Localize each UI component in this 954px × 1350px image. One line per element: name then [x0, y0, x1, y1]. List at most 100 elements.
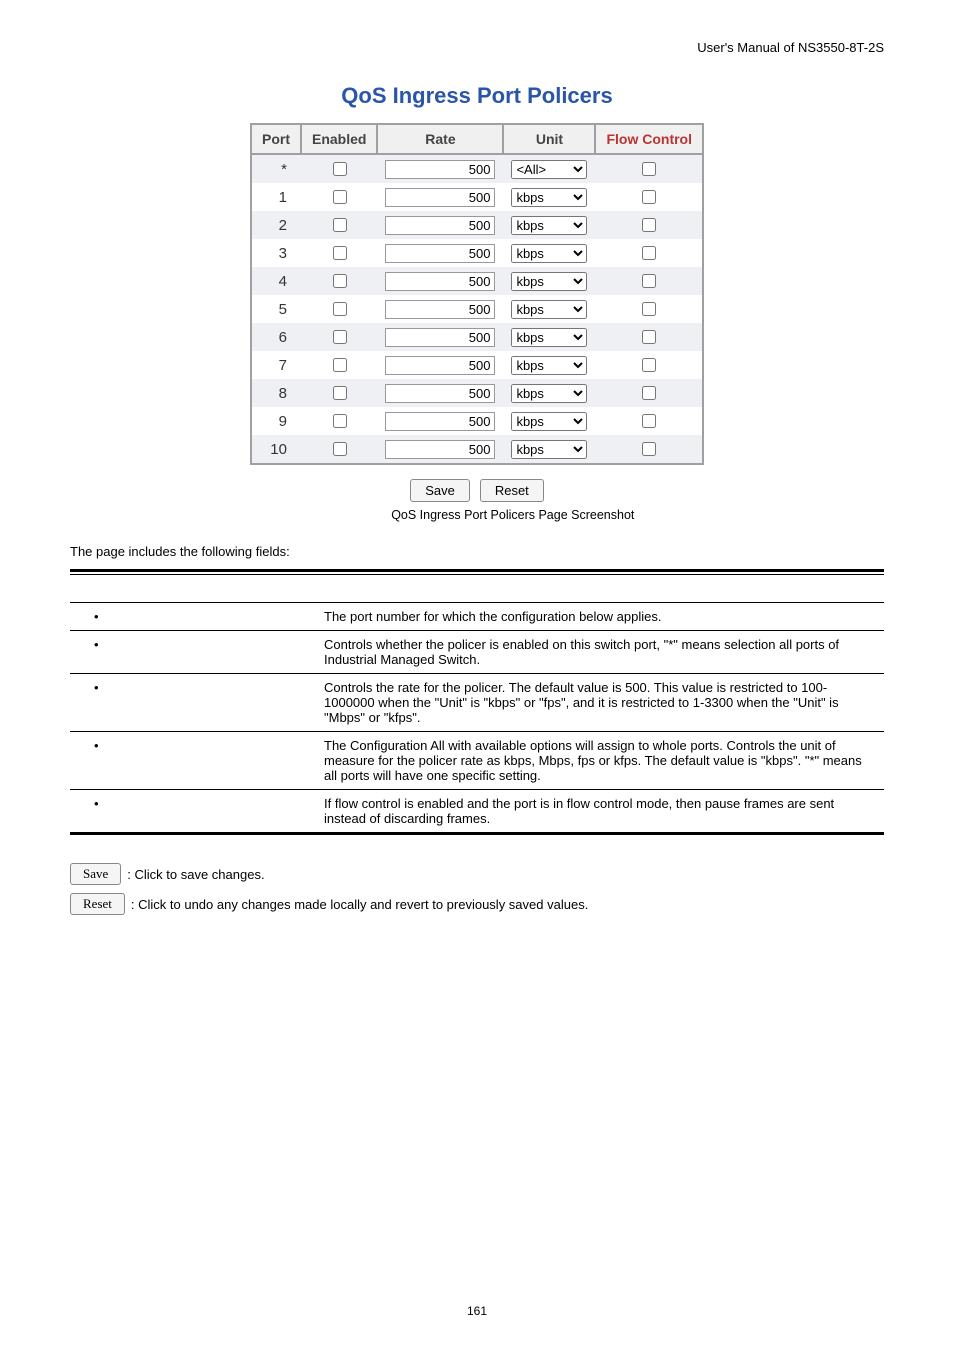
enabled-checkbox[interactable] [333, 246, 347, 260]
enabled-checkbox[interactable] [333, 358, 347, 372]
unit-select[interactable]: kbps [511, 272, 587, 291]
flow-control-checkbox[interactable] [642, 414, 656, 428]
enabled-checkbox[interactable] [333, 274, 347, 288]
rate-input[interactable] [385, 328, 495, 347]
col-rate: Rate [377, 124, 503, 154]
policer-table: Port Enabled Rate Unit Flow Control *<Al… [250, 123, 704, 465]
enabled-cell [301, 154, 377, 183]
unit-cell: kbps [503, 211, 595, 239]
flow-control-cell [595, 183, 703, 211]
save-button[interactable]: Save [410, 479, 470, 502]
enabled-cell [301, 351, 377, 379]
table-row: 9 kbps [251, 407, 703, 435]
port-cell: 5 [251, 295, 301, 323]
unit-select[interactable]: kbps [511, 244, 587, 263]
unit-cell: kbps [503, 183, 595, 211]
rate-input[interactable] [385, 356, 495, 375]
desc-description: The Configuration All with available opt… [314, 732, 884, 790]
save-button-inline[interactable]: Save [70, 863, 121, 885]
flow-control-checkbox[interactable] [642, 190, 656, 204]
flow-control-cell [595, 211, 703, 239]
col-port: Port [251, 124, 301, 154]
rate-input[interactable] [385, 440, 495, 459]
flow-control-checkbox[interactable] [642, 274, 656, 288]
flow-control-cell [595, 351, 703, 379]
enabled-checkbox[interactable] [333, 442, 347, 456]
port-cell: 10 [251, 435, 301, 464]
table-row: 6kbps [251, 323, 703, 351]
enabled-cell [301, 211, 377, 239]
unit-select[interactable]: kbps [511, 216, 587, 235]
rate-input[interactable] [385, 300, 495, 319]
flow-control-cell [595, 379, 703, 407]
unit-select[interactable]: kbps [511, 440, 587, 459]
flow-control-checkbox[interactable] [642, 358, 656, 372]
flow-control-cell [595, 239, 703, 267]
rate-input[interactable] [385, 384, 495, 403]
enabled-checkbox[interactable] [333, 218, 347, 232]
rate-input[interactable] [385, 160, 495, 179]
desc-object: • Port [70, 603, 314, 631]
desc-description: Controls the rate for the policer. The d… [314, 674, 884, 732]
port-cell: 7 [251, 351, 301, 379]
flow-control-checkbox[interactable] [642, 330, 656, 344]
rate-input[interactable] [385, 188, 495, 207]
flow-control-checkbox[interactable] [642, 386, 656, 400]
flow-control-checkbox[interactable] [642, 302, 656, 316]
unit-select[interactable]: kbps [511, 300, 587, 319]
enabled-checkbox[interactable] [333, 190, 347, 204]
unit-select[interactable]: kbps [511, 412, 587, 431]
rate-input[interactable] [385, 216, 495, 235]
page-header: User's Manual of NS3550-8T-2S [70, 40, 884, 55]
rate-cell [377, 239, 503, 267]
unit-select[interactable]: kbps [511, 188, 587, 207]
rate-input[interactable] [385, 272, 495, 291]
desc-object: • Enabled [70, 631, 314, 674]
table-row: 5 kbps [251, 295, 703, 323]
flow-control-cell [595, 295, 703, 323]
unit-select[interactable]: kbps [511, 356, 587, 375]
enabled-checkbox[interactable] [333, 302, 347, 316]
enabled-checkbox[interactable] [333, 414, 347, 428]
flow-control-checkbox[interactable] [642, 218, 656, 232]
unit-cell: kbps [503, 351, 595, 379]
rate-cell [377, 183, 503, 211]
desc-object: • Unit [70, 732, 314, 790]
flow-control-checkbox[interactable] [642, 246, 656, 260]
reset-button[interactable]: Reset [480, 479, 544, 502]
enabled-cell [301, 379, 377, 407]
table-row: 1kbps [251, 183, 703, 211]
unit-cell: kbps [503, 379, 595, 407]
desc-row: • RateControls the rate for the policer.… [70, 674, 884, 732]
page-title: QoS Ingress Port Policers [70, 83, 884, 109]
unit-select[interactable]: kbps [511, 384, 587, 403]
enabled-checkbox[interactable] [333, 386, 347, 400]
unit-select[interactable]: <All> [511, 160, 587, 179]
desc-description: The port number for which the configurat… [314, 603, 884, 631]
desc-object: • Rate [70, 674, 314, 732]
table-row: 8kbps [251, 379, 703, 407]
description-table: Object Description • PortThe port number… [70, 569, 884, 835]
table-row: *<All> [251, 154, 703, 183]
table-row: 4kbps [251, 267, 703, 295]
enabled-checkbox[interactable] [333, 330, 347, 344]
rate-cell [377, 211, 503, 239]
flow-control-checkbox[interactable] [642, 442, 656, 456]
col-unit: Unit [503, 124, 595, 154]
flow-control-checkbox[interactable] [642, 162, 656, 176]
flow-control-cell [595, 267, 703, 295]
rate-cell [377, 267, 503, 295]
desc-description: Controls whether the policer is enabled … [314, 631, 884, 674]
col-flow-control: Flow Control [595, 124, 703, 154]
rate-input[interactable] [385, 412, 495, 431]
enabled-cell [301, 407, 377, 435]
reset-button-inline[interactable]: Reset [70, 893, 125, 915]
reset-button-desc: : Click to undo any changes made locally… [131, 897, 588, 912]
rate-input[interactable] [385, 244, 495, 263]
rate-cell [377, 435, 503, 464]
port-cell: 9 [251, 407, 301, 435]
page-number: 161 [0, 1304, 954, 1318]
enabled-checkbox[interactable] [333, 162, 347, 176]
unit-select[interactable]: kbps [511, 328, 587, 347]
table-row: 2kbps [251, 211, 703, 239]
